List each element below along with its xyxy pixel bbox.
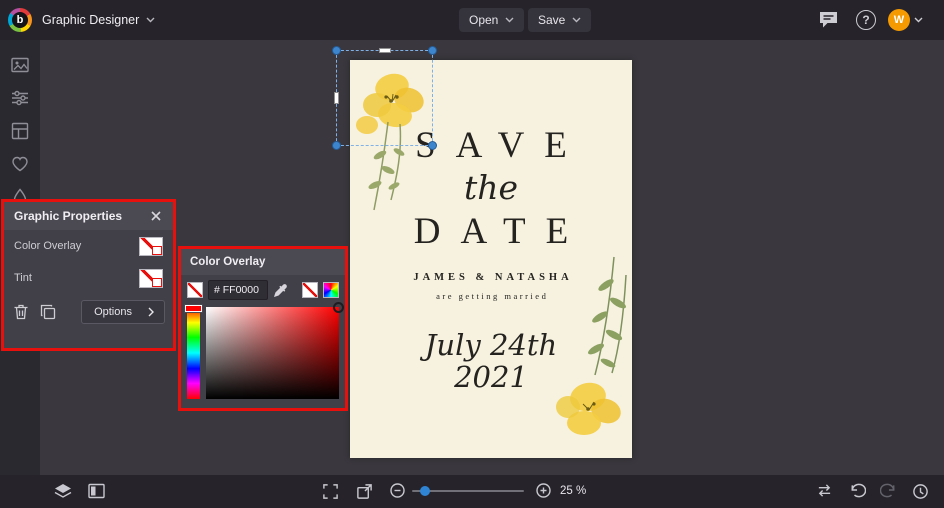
redo-icon[interactable]: [880, 483, 897, 499]
resize-handle-bottom-right[interactable]: [428, 141, 437, 150]
app-menu-label: Graphic Designer: [42, 13, 140, 27]
panel-layout-icon[interactable]: [88, 483, 105, 499]
save-label: Save: [538, 13, 566, 27]
delete-trash-icon[interactable]: [12, 303, 30, 321]
selection-bounding-box[interactable]: [332, 46, 437, 150]
zoom-in-icon[interactable]: [536, 483, 551, 498]
eyedropper-icon[interactable]: [273, 283, 288, 298]
color-spectrum-swatch[interactable]: [323, 282, 339, 298]
image-manager-icon[interactable]: [11, 56, 29, 74]
panel-header: Graphic Properties: [4, 202, 173, 230]
tint-label: Tint: [14, 272, 32, 284]
zoom-out-icon[interactable]: [390, 483, 405, 498]
color-overlay-label: Color Overlay: [14, 240, 82, 252]
save-button[interactable]: Save: [528, 8, 592, 32]
popup-header: Color Overlay: [181, 249, 345, 275]
resize-handle-bottom-left[interactable]: [332, 141, 341, 150]
chevron-down-icon: [146, 17, 155, 23]
color-overlay-swatch[interactable]: [139, 236, 163, 256]
zoom-slider-handle[interactable]: [420, 486, 430, 496]
saturation-brightness-field[interactable]: [206, 302, 344, 399]
panel-footer: Options: [4, 294, 173, 324]
transparent-option-swatch[interactable]: [302, 282, 318, 298]
feedback-icon[interactable]: [818, 10, 839, 29]
color-picker-area: [181, 302, 345, 399]
favorites-heart-icon[interactable]: [11, 155, 29, 173]
chevron-down-icon: [505, 17, 514, 23]
edit-sliders-icon[interactable]: [11, 89, 29, 107]
hue-slider-handle[interactable]: [184, 304, 203, 313]
history-icon[interactable]: [912, 483, 929, 500]
transform-swap-icon[interactable]: [816, 483, 833, 498]
chevron-down-icon: [572, 17, 581, 23]
card-names[interactable]: JAMES & NATASHA: [350, 272, 632, 283]
chevron-down-icon[interactable]: [914, 17, 923, 23]
hue-slider[interactable]: [184, 304, 203, 399]
fit-to-screen-icon[interactable]: [322, 483, 339, 500]
help-icon[interactable]: ?: [856, 10, 876, 30]
open-label: Open: [469, 13, 499, 27]
chevron-right-icon: [148, 307, 154, 317]
color-controls-row: # FF0000: [181, 275, 345, 305]
card-tagline[interactable]: are getting married: [350, 291, 632, 301]
options-button[interactable]: Options: [81, 300, 165, 324]
resize-handle-middle-left[interactable]: [334, 92, 339, 104]
card-date-month[interactable]: July 24th: [350, 328, 632, 362]
popup-title: Color Overlay: [190, 256, 266, 268]
app-menu-dropdown[interactable]: Graphic Designer: [42, 0, 155, 40]
avatar-initial: W: [893, 14, 905, 26]
help-glyph: ?: [862, 13, 870, 27]
color-picker-handle[interactable]: [333, 302, 344, 313]
resize-handle-top-left[interactable]: [332, 46, 341, 55]
hex-value: # FF0000: [214, 284, 259, 296]
hex-color-input[interactable]: # FF0000: [208, 280, 268, 300]
tint-row: Tint: [4, 262, 173, 294]
close-icon[interactable]: [149, 209, 163, 223]
graphic-properties-panel: Graphic Properties Color Overlay Tint Op…: [1, 199, 176, 351]
top-bar: b Graphic Designer Open Save ? W: [0, 0, 944, 40]
user-avatar[interactable]: W: [888, 9, 910, 31]
no-color-swatch[interactable]: [187, 282, 203, 298]
card-title-the[interactable]: the: [350, 168, 632, 207]
card-title-date[interactable]: DATE: [350, 210, 632, 253]
templates-icon[interactable]: [11, 122, 29, 140]
logo-letter: b: [12, 12, 28, 28]
card-date-year[interactable]: 2021: [350, 360, 632, 394]
zoom-level: 25 %: [560, 485, 587, 497]
resize-handle-top-right[interactable]: [428, 46, 437, 55]
open-button[interactable]: Open: [459, 8, 525, 32]
resize-handle-top-center[interactable]: [378, 48, 391, 53]
app-window: b Graphic Designer Open Save ? W SAVE th…: [0, 0, 944, 508]
panel-title: Graphic Properties: [14, 209, 123, 223]
fullscreen-preview-icon[interactable]: [356, 483, 373, 500]
app-logo[interactable]: b: [8, 8, 32, 32]
tint-swatch[interactable]: [139, 268, 163, 288]
color-overlay-popup: Color Overlay # FF0000: [178, 246, 348, 411]
duplicate-icon[interactable]: [39, 303, 57, 321]
color-overlay-row: Color Overlay: [4, 230, 173, 262]
undo-icon[interactable]: [849, 483, 866, 499]
layers-icon[interactable]: [54, 483, 72, 500]
options-label: Options: [94, 306, 132, 318]
